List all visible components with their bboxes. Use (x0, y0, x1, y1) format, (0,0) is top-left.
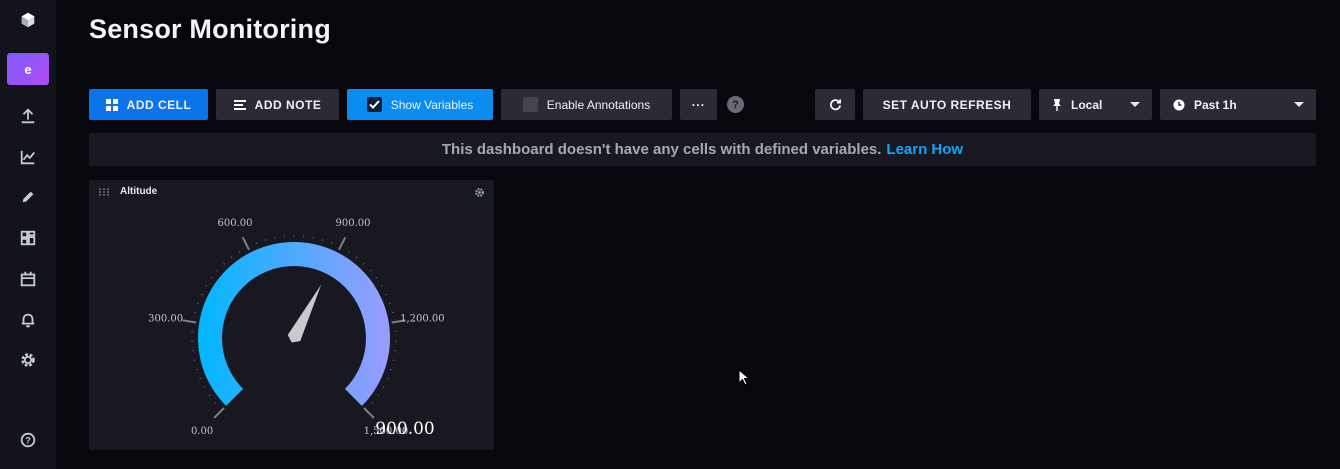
gauge-tick-label: 300.00 (148, 314, 183, 325)
dashboard-grid-icon[interactable] (0, 222, 56, 254)
gauge-minor-tick (223, 262, 226, 265)
gauge-minor-tick (203, 386, 206, 389)
show-variables-label: Show Variables (390, 97, 474, 112)
checkbox-unchecked-icon (522, 97, 538, 112)
org-avatar[interactable]: e (7, 53, 49, 85)
banner-message: This dashboard doesn't have any cells wi… (441, 141, 882, 158)
gauge-minor-tick (196, 302, 200, 305)
gauge-minor-tick (199, 377, 202, 380)
set-auto-refresh-label: SET AUTO REFRESH (882, 97, 1012, 112)
add-note-button[interactable]: ADD NOTE (216, 89, 339, 120)
refresh-icon (829, 99, 841, 111)
grid-icon (105, 98, 118, 111)
gauge-minor-tick (355, 256, 358, 259)
gauge-minor-tick (389, 368, 393, 371)
time-range-label: Past 1h (1194, 97, 1237, 112)
chevron-down-icon (1130, 102, 1140, 107)
gauge-minor-tick (205, 285, 208, 288)
calendar-icon[interactable] (0, 263, 56, 295)
gauge-major-tick (213, 407, 225, 419)
timezone-label: Local (1071, 97, 1103, 112)
gauge-minor-tick (216, 269, 219, 272)
ellipsis-icon: ··· (691, 97, 706, 112)
page-title: Sensor Monitoring (89, 14, 331, 44)
gauge-minor-tick (264, 238, 267, 242)
dashboard-cell[interactable]: Altitude 0.00 300.00 600.00 900.00 1,200.00 1… (89, 180, 494, 450)
gauge-major-tick (182, 319, 197, 324)
learn-how-link[interactable]: Learn How (886, 141, 963, 158)
show-variables-toggle[interactable]: Show Variables (347, 89, 493, 120)
gauge-minor-tick (369, 269, 372, 272)
gauge-minor-tick (380, 285, 383, 288)
gauge-minor-tick (362, 262, 365, 265)
gauge-minor-tick (371, 401, 374, 405)
gauge-major-tick (241, 236, 250, 251)
gauge-minor-tick (230, 256, 233, 259)
gauge-minor-tick (388, 302, 392, 305)
mouse-cursor-icon (738, 369, 751, 386)
gear-icon[interactable] (0, 344, 56, 376)
gauge-minor-tick (210, 277, 213, 280)
upload-icon[interactable] (0, 100, 56, 132)
gauge-minor-tick (330, 242, 333, 245)
help-icon[interactable]: ? (0, 424, 56, 456)
graph-icon[interactable] (0, 141, 56, 173)
gauge-minor-tick (321, 238, 324, 242)
text-lines-icon (233, 99, 246, 110)
timezone-dropdown[interactable]: Local (1039, 89, 1152, 120)
gauge-tick-label: 1,200.00 (400, 314, 445, 325)
gauge-needle (287, 284, 322, 343)
gauge-tick-label: 0.00 (191, 426, 213, 437)
bell-icon[interactable] (0, 304, 56, 336)
gauge-tick-label: 600.00 (217, 218, 252, 229)
pencil-icon[interactable] (0, 181, 56, 213)
gauge-minor-tick (200, 293, 203, 296)
cube-icon[interactable] (0, 4, 56, 36)
set-auto-refresh-button[interactable]: SET AUTO REFRESH (863, 89, 1031, 120)
add-cell-button[interactable]: ADD CELL (89, 89, 208, 120)
gauge-value: 900.00 (375, 419, 434, 439)
help-tooltip-icon[interactable]: ? (727, 96, 744, 113)
gauge-major-tick (338, 236, 347, 251)
app-window: e ? Sensor Monitoring ADD CELL ADD NOTE … (0, 0, 1340, 469)
gauge-minor-tick (375, 277, 378, 280)
altitude-gauge: 0.00300.00600.00 900.001,200.001,500.00 9… (148, 218, 445, 439)
enable-annotations-label: Enable Annotations (546, 97, 651, 112)
gauge-tick-label: 900.00 (336, 218, 371, 229)
gauge-minor-tick (208, 394, 211, 397)
add-cell-label: ADD CELL (126, 97, 192, 112)
pin-icon (1053, 98, 1061, 111)
gauge-minor-tick (214, 401, 217, 405)
gauge-minor-tick (255, 242, 258, 245)
gauge-minor-tick (238, 250, 241, 253)
sidebar: e ? (0, 0, 56, 469)
gauge-minor-tick (347, 250, 350, 253)
enable-annotations-toggle[interactable]: Enable Annotations (501, 89, 672, 120)
clock-icon (1173, 99, 1185, 110)
variables-banner: This dashboard doesn't have any cells wi… (89, 133, 1316, 166)
svg-text:?: ? (25, 436, 31, 446)
more-options-button[interactable]: ··· (680, 89, 717, 120)
time-range-dropdown[interactable]: Past 1h (1160, 89, 1316, 120)
gauge-minor-tick (386, 377, 389, 380)
chevron-down-icon (1294, 102, 1304, 107)
checkbox-checked-icon (366, 97, 382, 112)
gauge-minor-tick (385, 293, 388, 296)
gauge-minor-tick (377, 394, 380, 397)
gauge-minor-tick (382, 386, 385, 389)
refresh-button[interactable] (815, 89, 855, 120)
gauge-arc (198, 242, 390, 406)
add-note-label: ADD NOTE (254, 97, 322, 112)
gauge-major-tick (363, 407, 375, 419)
gauge-minor-tick (195, 368, 199, 371)
